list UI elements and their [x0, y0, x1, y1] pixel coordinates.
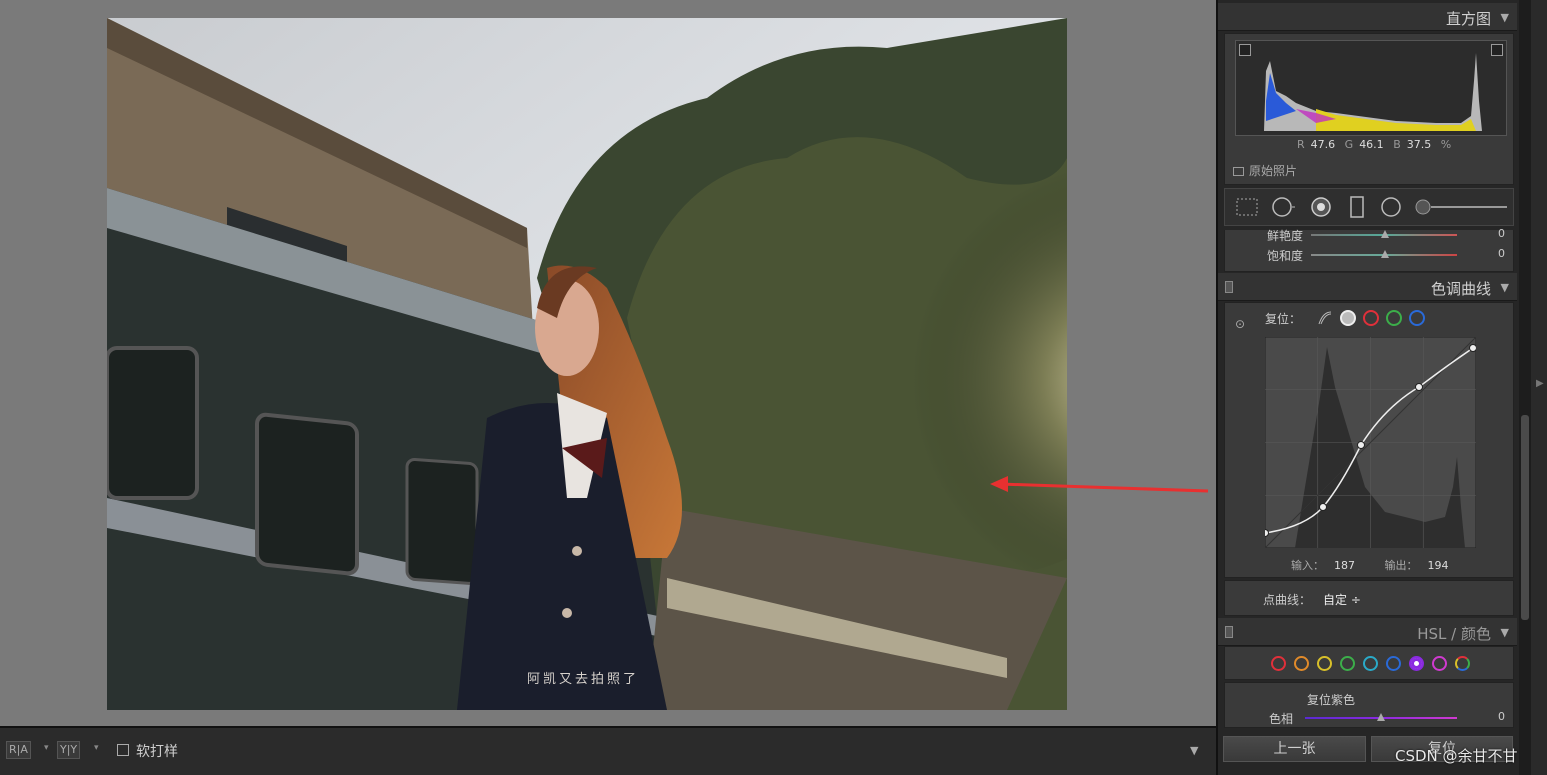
reset-purple-label[interactable]: 复位紫色 — [1307, 691, 1355, 708]
chevron-down-icon[interactable]: ▾ — [94, 743, 99, 753]
collapse-triangle-icon[interactable]: ▼ — [1501, 626, 1509, 639]
saturation-slider-row[interactable]: 饱和度 0 — [1225, 246, 1515, 264]
point-curve-label: 点曲线： — [1263, 593, 1312, 607]
develop-right-panel: 直方图 ▼ R 47.6 G 46.1 B 37.5 % 原始照片 鲜艳度 0 … — [1216, 0, 1519, 775]
vibrance-slider-row[interactable]: 鲜艳度 0 — [1225, 226, 1515, 244]
shadow-clipping-icon[interactable] — [1239, 44, 1251, 56]
hsl-color-selector — [1224, 646, 1514, 680]
histogram-title: 直方图 — [1445, 10, 1491, 28]
aqua-color-icon[interactable] — [1363, 655, 1378, 671]
green-channel-icon[interactable] — [1386, 310, 1402, 326]
photo-image — [107, 18, 1067, 710]
panel-toggle-switch[interactable] — [1225, 281, 1233, 293]
photo-caption-text: 阿凯又去拍照了 — [527, 672, 640, 687]
before-after-swap-button[interactable]: Y|Y — [57, 741, 81, 759]
panel-scrollbar[interactable] — [1519, 0, 1531, 775]
tone-curve-panel: ⊙ 复位： 输入： 187 输出： 194 — [1224, 302, 1514, 578]
parametric-curve-icon[interactable] — [1317, 310, 1333, 326]
rgb-channel-icon[interactable] — [1340, 310, 1356, 326]
radial-filter-icon[interactable] — [1379, 196, 1403, 218]
right-edge-strip: ▶ — [1531, 0, 1547, 775]
orange-color-icon[interactable] — [1294, 655, 1309, 671]
yellow-color-icon[interactable] — [1317, 655, 1332, 671]
tone-curve-graph[interactable] — [1265, 337, 1476, 548]
panel-toggle-switch[interactable] — [1225, 626, 1233, 638]
green-color-icon[interactable] — [1340, 655, 1355, 671]
graduated-filter-icon[interactable] — [1345, 196, 1369, 218]
image-preview-area: 阿凯又去拍照了 — [0, 0, 1216, 726]
tone-curve-panel-header[interactable]: 色调曲线 ▼ — [1218, 273, 1517, 301]
collapse-triangle-icon[interactable]: ▼ — [1501, 11, 1509, 24]
collapse-triangle-icon[interactable]: ▼ — [1501, 281, 1509, 294]
softproof-label: 软打样 — [136, 744, 178, 760]
watermark-text: CSDN @余甘不甘 — [1395, 747, 1518, 765]
scrollbar-thumb[interactable] — [1521, 415, 1529, 620]
blue-color-icon[interactable] — [1386, 655, 1401, 671]
previous-photo-button[interactable]: 上一张 — [1223, 736, 1366, 762]
red-color-icon[interactable] — [1271, 655, 1286, 671]
original-photo-toggle[interactable]: 原始照片 — [1233, 162, 1297, 179]
point-curve-select[interactable]: 自定 ÷ — [1323, 591, 1361, 608]
point-curve-row: 点曲线： 自定 ÷ — [1224, 580, 1514, 616]
softproof-checkbox[interactable] — [117, 744, 129, 756]
before-after-view-button[interactable]: R|A — [6, 741, 31, 759]
hue-slider[interactable] — [1305, 713, 1457, 721]
adjustment-brush-icon[interactable] — [1413, 196, 1509, 218]
curve-input-output-readout: 输入： 187 输出： 194 — [1291, 559, 1449, 572]
magenta-color-icon[interactable] — [1432, 655, 1447, 671]
rgb-readout: R 47.6 G 46.1 B 37.5 % — [1297, 138, 1452, 151]
hue-slider-row[interactable]: 色相 0 — [1225, 709, 1515, 727]
checkbox-icon[interactable] — [1233, 167, 1244, 176]
toolbar-options-icon[interactable]: ▼ — [1190, 744, 1198, 757]
curve-channel-selector — [1317, 310, 1425, 326]
tone-curve-title: 色调曲线 — [1430, 280, 1491, 298]
spot-removal-icon[interactable] — [1271, 196, 1295, 218]
hsl-title[interactable]: HSL / 颜色 — [1417, 623, 1491, 644]
target-adjustment-icon[interactable]: ⊙ — [1235, 317, 1245, 331]
basic-presence-panel: 鲜艳度 0 饱和度 0 — [1224, 227, 1515, 272]
crop-overlay-icon[interactable] — [1235, 196, 1259, 218]
local-tools-strip — [1224, 188, 1514, 226]
blue-channel-icon[interactable] — [1409, 310, 1425, 326]
hsl-panel-header[interactable]: HSL / 颜色 ▼ — [1218, 618, 1517, 646]
purple-color-icon[interactable] — [1409, 655, 1424, 671]
saturation-slider[interactable] — [1311, 250, 1457, 258]
highlight-clipping-icon[interactable] — [1491, 44, 1503, 56]
bottom-toolbar: R|A ▾ Y|Y ▾ 软打样 ▼ — [0, 726, 1216, 775]
hsl-purple-panel: 复位紫色 色相 0 — [1224, 682, 1514, 728]
histogram-graph[interactable] — [1235, 40, 1507, 136]
histogram-panel: R 47.6 G 46.1 B 37.5 % 原始照片 — [1224, 33, 1514, 185]
all-colors-icon[interactable] — [1455, 655, 1470, 671]
histogram-panel-header[interactable]: 直方图 ▼ — [1218, 3, 1517, 31]
photo-preview[interactable]: 阿凯又去拍照了 — [107, 18, 1067, 710]
curve-reset-label[interactable]: 复位： — [1265, 310, 1301, 327]
expand-panel-icon[interactable]: ▶ — [1536, 378, 1544, 389]
red-channel-icon[interactable] — [1363, 310, 1379, 326]
red-eye-icon[interactable] — [1309, 196, 1333, 218]
vibrance-slider[interactable] — [1311, 230, 1457, 238]
chevron-down-icon[interactable]: ▾ — [44, 743, 49, 753]
